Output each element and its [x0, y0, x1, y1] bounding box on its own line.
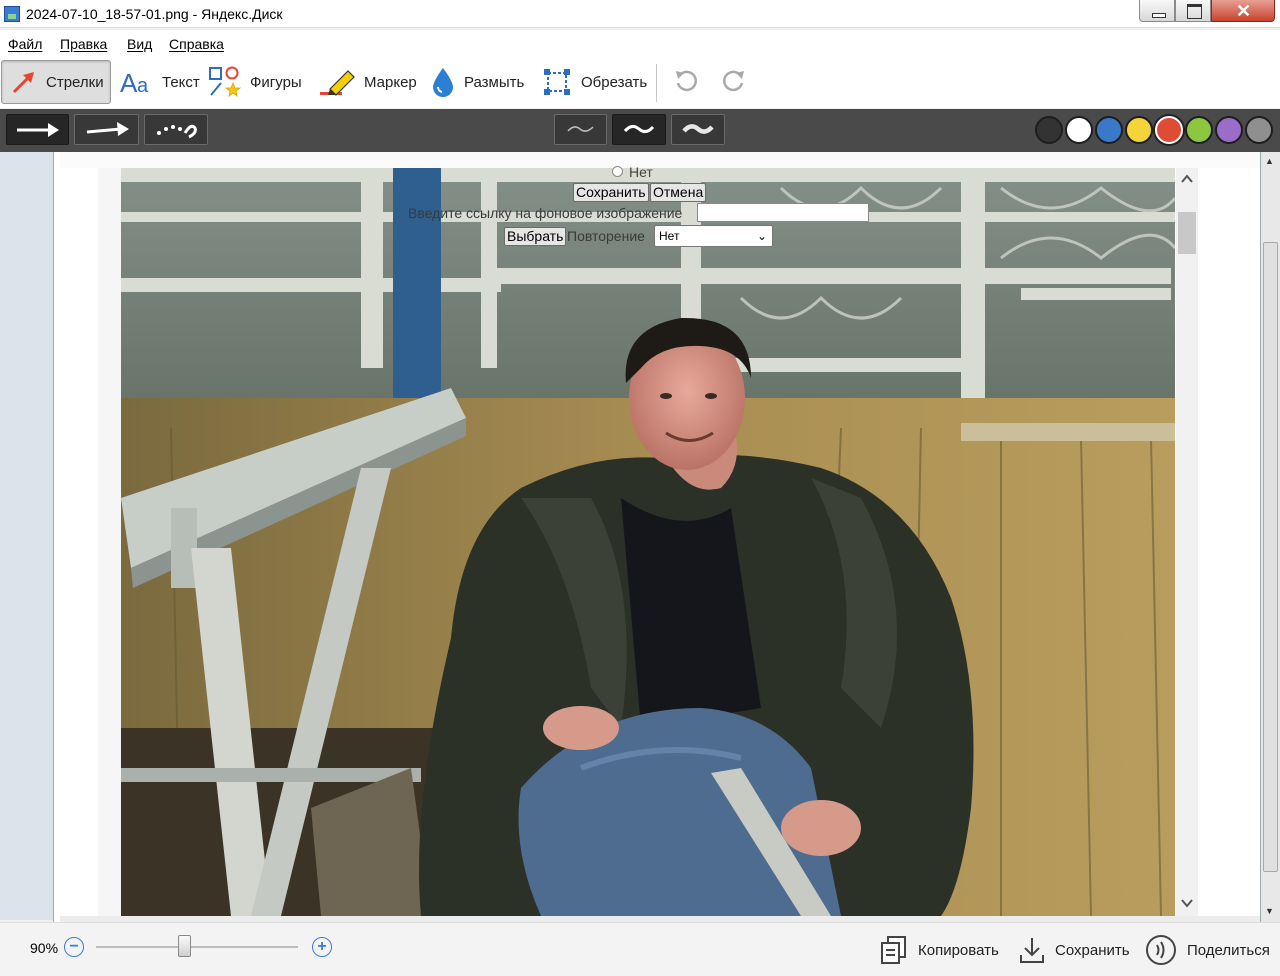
- repeat-select-value: Нет: [659, 229, 680, 243]
- scroll-up-icon[interactable]: [1180, 172, 1194, 186]
- minimize-button[interactable]: [1139, 0, 1175, 22]
- radio-button[interactable]: [612, 166, 623, 177]
- browser-address-strip: [60, 152, 1260, 168]
- tool-shapes-label: Фигуры: [250, 73, 302, 91]
- stroke-medium[interactable]: [612, 114, 666, 145]
- radio-label: Нет: [629, 164, 653, 180]
- arrow-style-thick[interactable]: [6, 114, 69, 145]
- chevron-down-icon: ⌄: [756, 229, 767, 243]
- stroke-thin[interactable]: [554, 114, 607, 145]
- download-icon: [1020, 938, 1044, 963]
- arrow-icon: [12, 72, 34, 94]
- maximize-button[interactable]: [1175, 0, 1211, 22]
- bg-link-label: Введите ссылку на фоновое изображение: [408, 205, 683, 221]
- svg-text:a: a: [137, 75, 149, 96]
- scroll-up-arrow-icon[interactable]: ▲: [1265, 156, 1274, 166]
- tool-marker-label: Маркер: [364, 73, 417, 91]
- shapes-icon: [209, 66, 242, 97]
- photo-image: [121, 168, 1175, 916]
- color-swatch[interactable]: [1125, 116, 1153, 144]
- menu-bar: Файл Правка Вид Справка: [0, 30, 1280, 58]
- menu-file[interactable]: Файл: [8, 36, 42, 52]
- arrow-dotted-icon: [157, 124, 197, 139]
- toolbar: Стрелки Aa Текст Фигуры Маркер Размыть О…: [0, 58, 1280, 108]
- tool-blur-label: Размыть: [464, 73, 525, 91]
- zoom-slider-thumb[interactable]: [178, 935, 192, 957]
- redo-icon[interactable]: [721, 68, 747, 94]
- color-swatch[interactable]: [1185, 116, 1213, 144]
- inner-scrollbar[interactable]: [1176, 168, 1198, 916]
- copy-label: Копировать: [918, 941, 999, 959]
- text-icon: Aa: [120, 68, 149, 96]
- toolbar-divider: [656, 64, 657, 102]
- zoom-in-button[interactable]: +: [312, 937, 332, 957]
- crop-icon: [544, 69, 570, 95]
- photo-illustration: [121, 168, 1175, 916]
- zoom-out-button[interactable]: −: [64, 937, 84, 957]
- color-swatch[interactable]: [1065, 116, 1093, 144]
- menu-view[interactable]: Вид: [127, 36, 152, 52]
- stroke-thick[interactable]: [671, 114, 725, 145]
- window-title: 2024-07-10_18-57-01.png - Яндекс.Диск: [26, 6, 283, 22]
- tool-blur[interactable]: Размыть: [422, 60, 530, 104]
- share-label: Поделиться: [1187, 941, 1270, 959]
- save-label: Сохранить: [1055, 941, 1130, 959]
- wave-medium-icon: [623, 124, 655, 134]
- web-save-button[interactable]: Сохранить: [573, 183, 649, 202]
- color-swatch[interactable]: [1035, 116, 1063, 144]
- undo-icon[interactable]: [673, 68, 699, 94]
- zoom-slider[interactable]: [96, 946, 298, 948]
- tool-text-label: Текст: [162, 73, 200, 91]
- outer-scrollbar[interactable]: ▲ ▼: [1261, 152, 1280, 922]
- tool-shapes[interactable]: Фигуры: [200, 60, 308, 104]
- options-bar: [0, 109, 1280, 152]
- arrow-thin-icon: [86, 122, 129, 136]
- zoom-level: 90%: [30, 940, 59, 956]
- app-icon: [4, 6, 20, 22]
- marker-icon: [320, 70, 355, 96]
- close-button[interactable]: ✕: [1211, 0, 1275, 22]
- close-icon: ✕: [1236, 1, 1252, 21]
- tool-marker[interactable]: Маркер: [308, 60, 423, 104]
- repeat-select[interactable]: Нет ⌄: [654, 225, 773, 247]
- arrow-style-thin[interactable]: [74, 114, 139, 145]
- wave-thin-icon: [567, 126, 594, 132]
- repeat-label: Повторение: [567, 228, 645, 244]
- arrow-style-dotted[interactable]: [144, 114, 208, 145]
- arrow-thick-icon: [17, 123, 59, 137]
- color-swatch[interactable]: [1245, 116, 1273, 144]
- tool-arrows[interactable]: Стрелки: [1, 60, 111, 104]
- tool-crop[interactable]: Обрезать: [533, 60, 653, 104]
- share-icon: [1146, 935, 1176, 965]
- bg-link-input[interactable]: [697, 203, 869, 222]
- copy-button[interactable]: Копировать: [880, 933, 999, 967]
- scroll-down-icon[interactable]: [1180, 896, 1194, 910]
- web-choose-button[interactable]: Выбрать: [504, 227, 567, 246]
- scroll-down-arrow-icon[interactable]: ▼: [1265, 906, 1274, 916]
- menu-help[interactable]: Справка: [169, 36, 224, 52]
- wave-thick-icon: [682, 124, 714, 134]
- tool-arrows-label: Стрелки: [46, 73, 104, 91]
- title-bar: 2024-07-10_18-57-01.png - Яндекс.Диск ✕: [0, 0, 1280, 28]
- color-swatch[interactable]: [1155, 116, 1183, 144]
- page-margin: [60, 168, 98, 918]
- page-gutter: [98, 168, 121, 918]
- web-cancel-button[interactable]: Отмена: [650, 183, 707, 202]
- blur-drop-icon: [433, 68, 453, 97]
- tool-text[interactable]: Aa Текст: [112, 60, 206, 104]
- svg-text:A: A: [120, 68, 138, 96]
- tool-crop-label: Обрезать: [581, 73, 648, 91]
- inner-scroll-thumb[interactable]: [1178, 212, 1196, 254]
- copy-icon: [881, 936, 906, 964]
- share-button[interactable]: Поделиться: [1145, 933, 1270, 967]
- outer-scroll-thumb[interactable]: [1263, 242, 1278, 872]
- color-swatch[interactable]: [1215, 116, 1243, 144]
- color-swatch[interactable]: [1095, 116, 1123, 144]
- save-button[interactable]: Сохранить: [1019, 933, 1130, 967]
- bottom-bar: 90% − + Копировать Сохранить Поделиться: [0, 922, 1280, 976]
- menu-edit[interactable]: Правка: [60, 36, 107, 52]
